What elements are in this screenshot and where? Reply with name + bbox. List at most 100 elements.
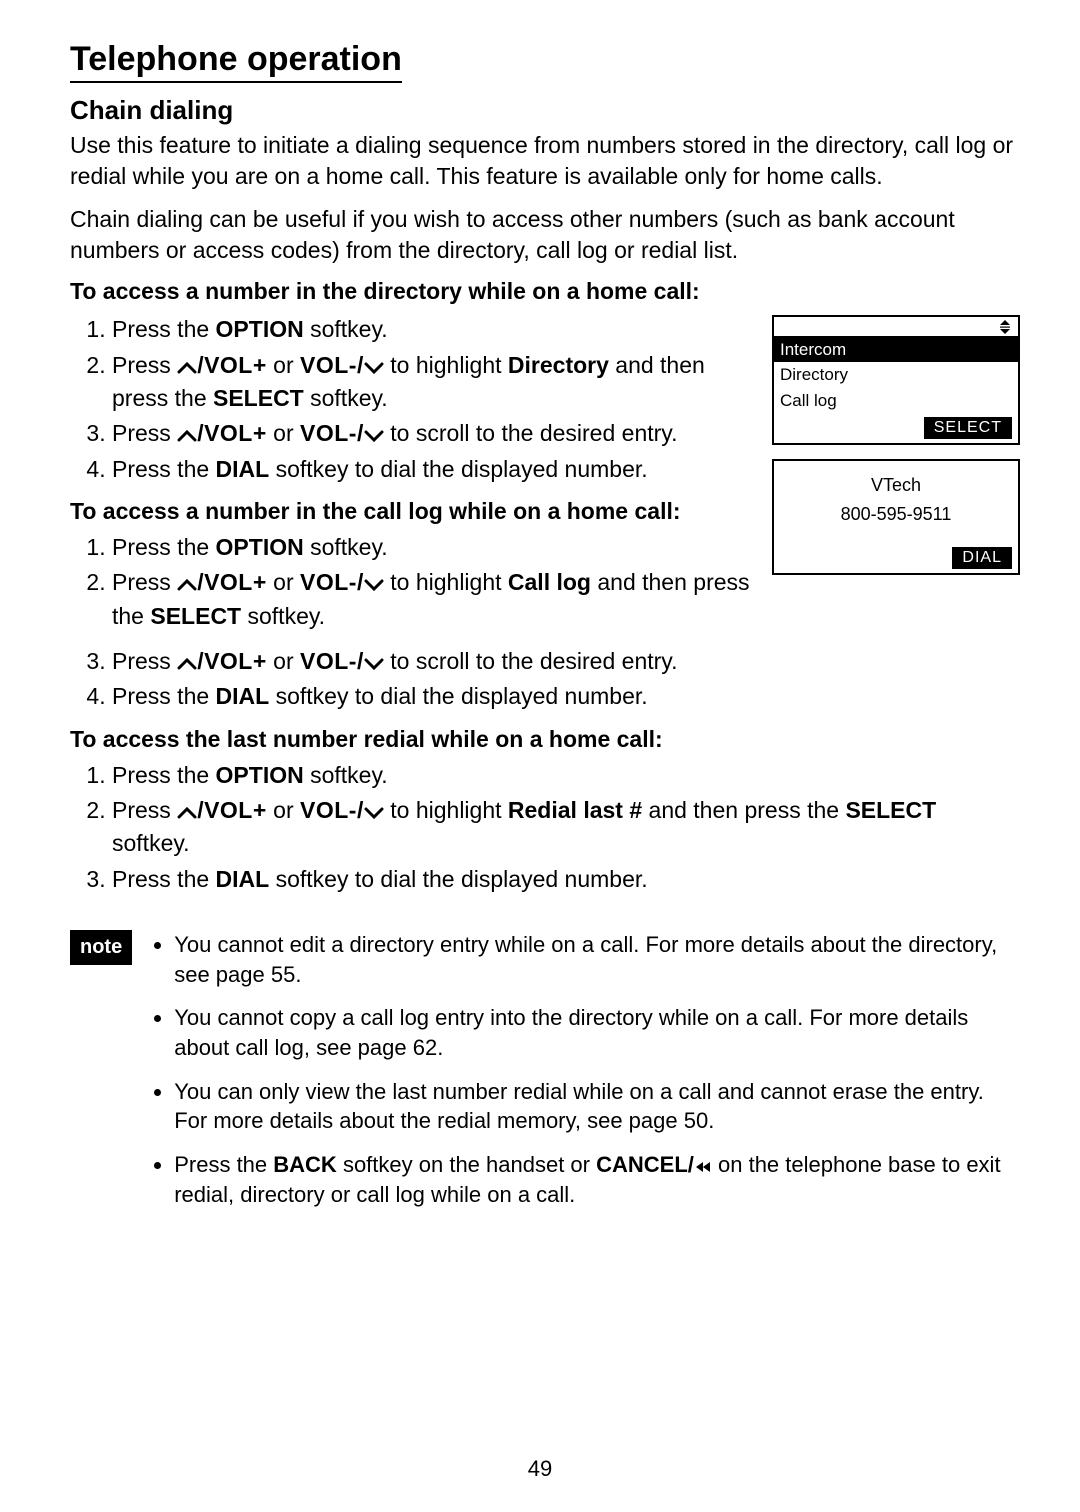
- list-item: Press /VOL+ or VOL-/ to scroll to the de…: [112, 417, 754, 450]
- text: Press the: [112, 534, 216, 560]
- caret-up-icon: [177, 806, 197, 820]
- text: softkey.: [304, 385, 388, 411]
- subhead-redial: To access the last number redial while o…: [70, 726, 1020, 753]
- lcd-row-intercom: Intercom: [774, 337, 1018, 362]
- calllog-steps: Press the OPTION softkey. Press /VOL+ or…: [70, 531, 754, 633]
- list-item: Press the DIAL softkey to dial the displ…: [112, 680, 1020, 713]
- vol-plus-key: /VOL+: [197, 569, 267, 595]
- lcd-contact-name: VTech: [774, 471, 1018, 500]
- lcd-softkey-select: SELECT: [924, 417, 1012, 439]
- note-badge: note: [70, 930, 132, 965]
- text: softkey.: [304, 534, 388, 560]
- text: Press: [112, 797, 177, 823]
- spacer: [774, 529, 1018, 543]
- select-key: SELECT: [213, 385, 304, 411]
- lcd-number-screen: VTech 800-595-9511 DIAL: [772, 459, 1020, 575]
- vol-minus-key: VOL-/: [300, 569, 364, 595]
- calllog-word: Call log: [508, 569, 591, 595]
- caret-down-icon: [364, 806, 384, 820]
- vol-plus-key: /VOL+: [197, 797, 267, 823]
- text: softkey to dial the displayed number.: [269, 683, 647, 709]
- text: Press: [112, 569, 177, 595]
- calllog-steps-cont: Press /VOL+ or VOL-/ to scroll to the de…: [70, 645, 1020, 714]
- note-list: You cannot edit a directory entry while …: [150, 926, 1020, 1224]
- list-item: Press the OPTION softkey.: [112, 759, 1020, 792]
- dial-key: DIAL: [216, 683, 270, 709]
- directory-steps: Press the OPTION softkey. Press /VOL+ or…: [70, 313, 754, 486]
- caret-down-icon: [364, 578, 384, 592]
- list-item: You cannot copy a call log entry into th…: [174, 1003, 1020, 1062]
- vol-plus-key: /VOL+: [197, 352, 267, 378]
- text: to highlight: [384, 797, 508, 823]
- intro-paragraph-1: Use this feature to initiate a dialing s…: [70, 130, 1020, 192]
- caret-up-icon: [177, 578, 197, 592]
- caret-up-icon: [177, 657, 197, 671]
- text: and then press the: [642, 797, 845, 823]
- list-item: Press /VOL+ or VOL-/ to scroll to the de…: [112, 645, 1020, 678]
- text: Press the: [112, 456, 216, 482]
- back-key: BACK: [273, 1152, 337, 1177]
- list-item: You can only view the last number redial…: [174, 1077, 1020, 1136]
- caret-down-icon: [364, 657, 384, 671]
- option-key: OPTION: [216, 316, 304, 342]
- text: to scroll to the desired entry.: [384, 420, 678, 446]
- vol-minus-key: VOL-/: [300, 352, 364, 378]
- text: Press the: [112, 866, 216, 892]
- text: softkey on the handset or: [337, 1152, 596, 1177]
- text: softkey to dial the displayed number.: [269, 866, 647, 892]
- directory-row: Press the OPTION softkey. Press /VOL+ or…: [70, 311, 1020, 643]
- redial-steps: Press the OPTION softkey. Press /VOL+ or…: [70, 759, 1020, 896]
- list-item: You cannot edit a directory entry while …: [174, 930, 1020, 989]
- dial-key: DIAL: [216, 866, 270, 892]
- text: Press: [112, 420, 177, 446]
- text: Press: [112, 352, 177, 378]
- text: softkey.: [304, 762, 388, 788]
- list-item: Press the OPTION softkey.: [112, 531, 754, 564]
- dial-key: DIAL: [216, 456, 270, 482]
- lcd-row-calllog: Call log: [774, 388, 1018, 413]
- vol-minus-key: VOL-/: [300, 420, 364, 446]
- vol-minus-key: VOL-/: [300, 797, 364, 823]
- directory-word: Directory: [508, 352, 609, 378]
- lcd-contact-number: 800-595-9511: [774, 500, 1018, 529]
- text: softkey.: [304, 316, 388, 342]
- text: Press: [112, 648, 177, 674]
- lcd-status-bar: [774, 461, 1018, 471]
- text: softkey.: [241, 603, 325, 629]
- cancel-key: CANCEL/: [596, 1152, 712, 1177]
- text: softkey to dial the displayed number.: [269, 456, 647, 482]
- vol-plus-key: /VOL+: [197, 648, 267, 674]
- list-item: Press the DIAL softkey to dial the displ…: [112, 453, 754, 486]
- page-title: Telephone operation: [70, 40, 402, 83]
- caret-down-icon: [364, 429, 384, 443]
- subhead-directory: To access a number in the directory whil…: [70, 278, 1020, 305]
- text: softkey.: [112, 830, 190, 856]
- select-key: SELECT: [150, 603, 241, 629]
- updown-arrows-icon: [998, 318, 1012, 339]
- text: to highlight: [384, 352, 508, 378]
- list-item: Press the DIAL softkey to dial the displ…: [112, 863, 1020, 896]
- text: Press the: [112, 316, 216, 342]
- lcd-status-bar: [774, 317, 1018, 337]
- text: or: [267, 797, 300, 823]
- text: or: [267, 352, 300, 378]
- select-key: SELECT: [845, 797, 936, 823]
- redial-word: Redial last #: [508, 797, 642, 823]
- section-subtitle: Chain dialing: [70, 95, 1020, 126]
- manual-page: Telephone operation Chain dialing Use th…: [0, 0, 1080, 1512]
- text: or: [267, 648, 300, 674]
- list-item: Press the OPTION softkey.: [112, 313, 754, 346]
- caret-down-icon: [364, 361, 384, 375]
- lcd-softkey-row: SELECT: [774, 413, 1018, 443]
- list-item: Press /VOL+ or VOL-/ to highlight Direct…: [112, 349, 754, 416]
- lcd-menu-screen: Intercom Directory Call log SELECT: [772, 315, 1020, 445]
- text: to scroll to the desired entry.: [384, 648, 678, 674]
- lcd-screens: Intercom Directory Call log SELECT VTech…: [772, 315, 1020, 589]
- list-item: Press /VOL+ or VOL-/ to highlight Redial…: [112, 794, 1020, 861]
- text: or: [267, 420, 300, 446]
- option-key: OPTION: [216, 534, 304, 560]
- lcd-softkey-dial: DIAL: [952, 547, 1012, 569]
- vol-plus-key: /VOL+: [197, 420, 267, 446]
- option-key: OPTION: [216, 762, 304, 788]
- text: or: [267, 569, 300, 595]
